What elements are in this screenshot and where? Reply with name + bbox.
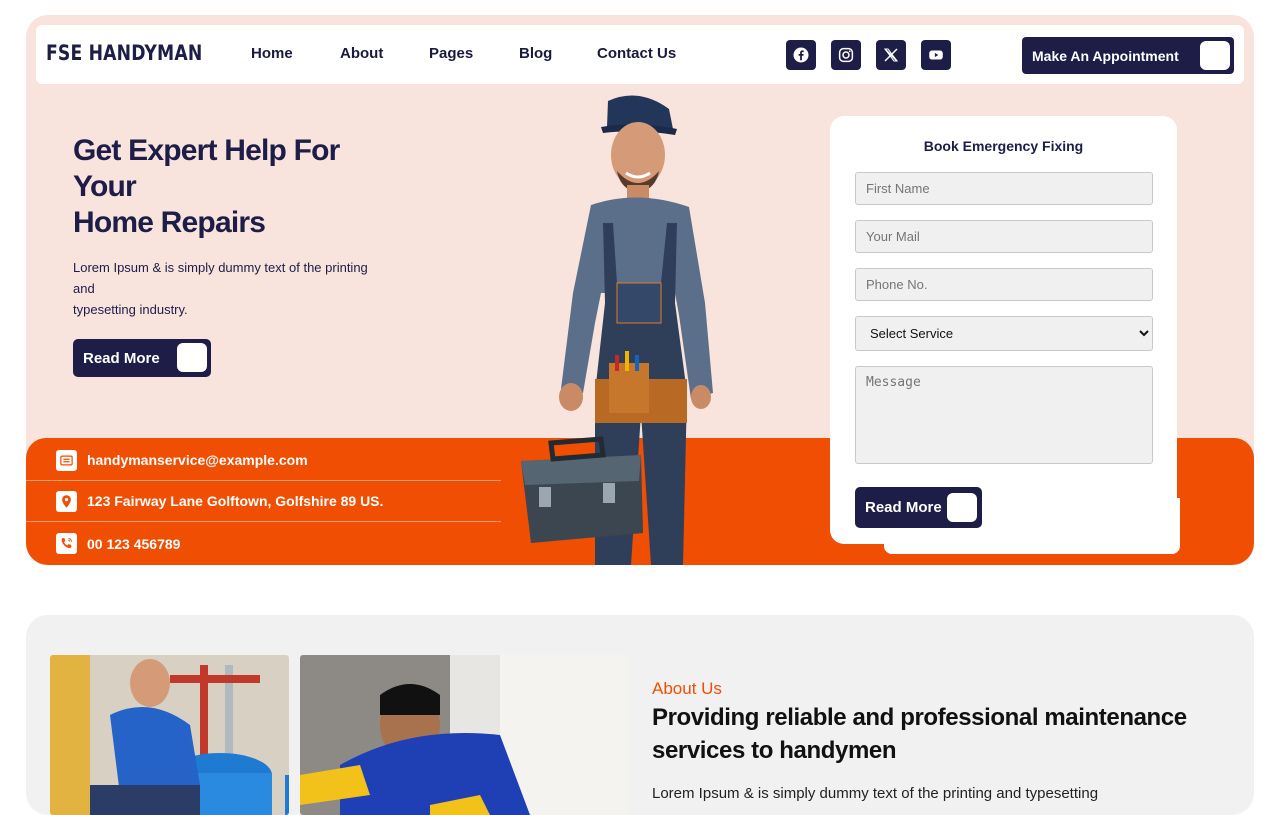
service-select[interactable]: Select Service	[855, 316, 1153, 351]
hero-read-more-button[interactable]: Read More	[73, 339, 211, 377]
youtube-icon[interactable]	[921, 40, 951, 70]
hero-title: Get Expert Help For Your Home Repairs	[73, 134, 340, 239]
site-logo[interactable]: FSE HANDYMAN	[46, 41, 202, 65]
button-square-icon	[177, 343, 207, 372]
instagram-icon[interactable]	[831, 40, 861, 70]
form-title: Book Emergency Fixing	[923, 138, 1084, 154]
contact-phone: 00 123 456789	[87, 535, 181, 552]
navbar: FSE HANDYMAN Home About Pages Blog Conta…	[36, 25, 1244, 84]
form-submit-button[interactable]: Read More	[855, 487, 982, 528]
facebook-icon[interactable]	[786, 40, 816, 70]
read-more-label: Read More	[83, 349, 160, 367]
first-name-field[interactable]	[855, 172, 1153, 205]
hero-section: FSE HANDYMAN Home About Pages Blog Conta…	[26, 15, 1254, 565]
contact-address-row: 123 Fairway Lane Golftown, Golfshire 89 …	[26, 481, 501, 522]
nav-link-blog[interactable]: Blog	[519, 45, 552, 62]
nav-link-home[interactable]: Home	[251, 45, 293, 62]
plumber-photo	[50, 655, 289, 815]
contact-address: 123 Fairway Lane Golftown, Golfshire 89 …	[87, 493, 384, 509]
about-description: Lorem Ipsum & is simply dummy text of th…	[652, 785, 1099, 802]
about-section: About Us Providing reliable and professi…	[26, 615, 1254, 815]
nav-link-pages[interactable]: Pages	[429, 45, 473, 62]
make-appointment-label: Make An Appointment	[1032, 47, 1179, 64]
nav-link-contact[interactable]: Contact Us	[597, 45, 676, 62]
contact-email: handymanservice@example.com	[87, 452, 308, 468]
contact-email-row[interactable]: handymanservice@example.com	[26, 440, 501, 481]
location-pin-icon	[56, 490, 77, 512]
handyman-worker-image	[521, 95, 713, 565]
phone-icon	[56, 533, 77, 554]
about-label: About Us	[652, 679, 722, 698]
x-twitter-icon[interactable]	[876, 40, 906, 70]
booking-form: Book Emergency Fixing Select Service Rea…	[830, 116, 1177, 544]
hero-description: Lorem Ipsum & is simply dummy text of th…	[73, 260, 368, 317]
message-field[interactable]	[855, 366, 1153, 464]
button-square-icon	[1200, 41, 1230, 70]
form-submit-label: Read More	[865, 499, 942, 516]
contact-phone-row[interactable]: 00 123 456789	[26, 523, 501, 564]
nav-link-about[interactable]: About	[340, 45, 383, 62]
technician-photo	[300, 655, 628, 815]
about-title: Providing reliable and professional main…	[652, 704, 1187, 764]
make-appointment-button[interactable]: Make An Appointment	[1022, 37, 1234, 74]
button-square-icon	[947, 493, 977, 522]
phone-field[interactable]	[855, 268, 1153, 301]
email-field[interactable]	[855, 220, 1153, 253]
email-icon	[56, 449, 77, 471]
